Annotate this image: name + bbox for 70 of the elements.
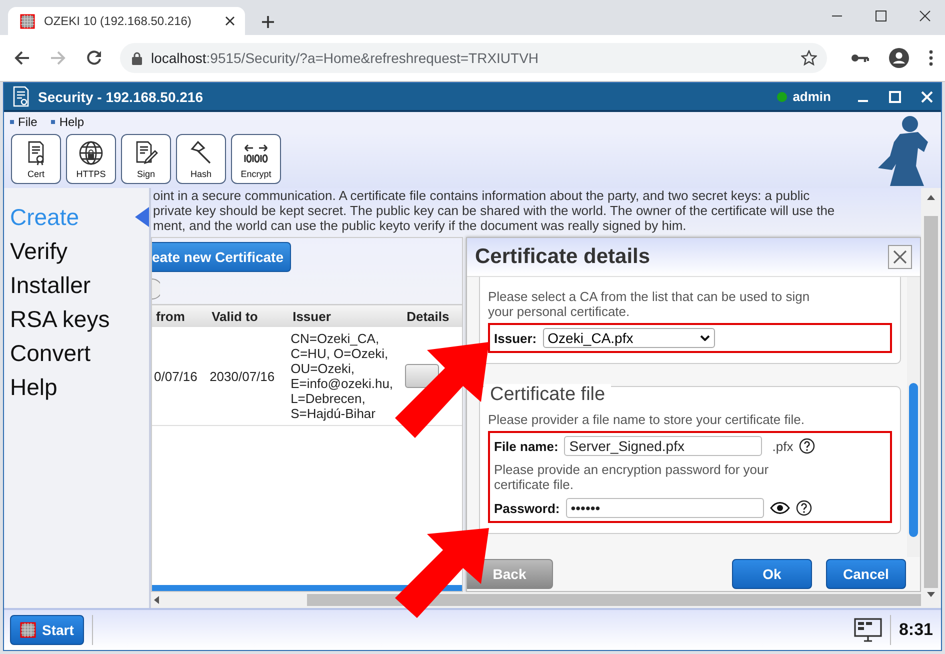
sidebar-item[interactable]: RSA keys	[6, 302, 149, 336]
menu-item[interactable]: File	[10, 115, 38, 129]
column-header: from	[152, 304, 208, 327]
scroll-up-icon[interactable]	[926, 194, 936, 200]
file-name-field[interactable]: Server_Signed.pfx	[564, 436, 762, 456]
browser-tab[interactable]: OZEKI 10 (192.168.50.216)	[8, 7, 245, 35]
description-line: oint in a secure communication. A certificate file contains information about the party, and two secret keys: a public	[153, 188, 811, 203]
table-cell: 0/07/16	[152, 327, 208, 426]
maximize-icon[interactable]	[875, 10, 887, 22]
toolbar-button[interactable]: Hash	[176, 134, 226, 184]
toolbar-button[interactable]: HTTPS	[66, 134, 116, 184]
selection-triangle-icon	[135, 207, 149, 227]
toolbar-button[interactable]: Cert	[11, 134, 61, 184]
scroll-down-icon[interactable]	[926, 592, 936, 598]
help-icon[interactable]	[799, 438, 816, 454]
start-button[interactable]: Start	[10, 615, 84, 645]
eye-icon[interactable]	[770, 502, 790, 514]
hint-text: Please provider a file name to store your certificate file.	[488, 412, 806, 427]
window-title: Security - 192.168.50.216	[38, 88, 204, 104]
sidebar-item[interactable]: Convert	[6, 336, 149, 370]
more-menu-icon[interactable]	[929, 50, 933, 66]
table-cell: CN=Ozeki_CA, C=HU, O=Ozeki, OU=Ozeki, E=info@ozeki.hu, L=Debrecen, S=Hajdú-Bihar	[288, 327, 403, 426]
close-button[interactable]	[888, 245, 912, 269]
field-label: File name:	[494, 438, 558, 454]
cancel-button[interactable]: Cancel	[826, 559, 906, 589]
status-dot	[776, 92, 787, 102]
column-header: Valid to	[208, 304, 289, 327]
close-icon[interactable]	[919, 10, 931, 22]
sidebar-item[interactable]: Installer	[6, 268, 149, 302]
description-line: ment, and the world can use the public keyto verify if the document was really signed by him.	[153, 218, 688, 233]
table-cell: 2030/07/16	[208, 327, 289, 426]
round-button-edge-icon[interactable]	[152, 278, 160, 300]
user-name: admin	[792, 89, 831, 104]
reload-icon[interactable]	[86, 50, 102, 66]
password-field[interactable]: ••••••	[566, 498, 764, 518]
ok-button[interactable]: Ok	[732, 559, 812, 589]
monitor-icon[interactable]	[854, 618, 882, 642]
hint-text: Please select a CA from the list that can be used to sign your personal certificate.	[488, 289, 811, 319]
toolbar-button[interactable]: Encrypt	[231, 134, 281, 184]
details-button[interactable]	[404, 364, 439, 388]
toolbar-button[interactable]: Sign	[121, 134, 171, 184]
account-icon[interactable]	[889, 48, 909, 68]
dialog-title: Certificate details	[475, 245, 650, 269]
clock-time: 8:31	[898, 620, 933, 640]
column-header: Details	[402, 304, 462, 327]
column-header: Issuer	[288, 304, 403, 327]
certificate-icon	[12, 86, 30, 108]
help-icon[interactable]	[796, 500, 812, 516]
favicon-icon	[20, 14, 35, 28]
star-icon[interactable]	[801, 50, 817, 66]
sidebar-item[interactable]: Help	[6, 370, 149, 404]
back-arrow-icon[interactable]	[14, 50, 30, 66]
field-label: Password:	[494, 500, 560, 516]
field-label: Issuer:	[494, 330, 537, 346]
key-icon[interactable]	[851, 52, 869, 64]
chevron-icon	[700, 335, 710, 341]
plus-icon[interactable]	[261, 15, 275, 29]
close-icon[interactable]	[225, 16, 235, 26]
hint-text: Please provide an encryption password for your certificate file.	[494, 462, 770, 492]
extension-text: .pfx	[772, 438, 794, 454]
globe-lock-icon	[78, 140, 104, 166]
start-icon	[20, 622, 36, 638]
close-icon	[892, 249, 908, 265]
lock-icon	[132, 52, 142, 64]
issuer-select[interactable]: Ozeki_CA.pfx	[542, 328, 715, 348]
sidebar-item[interactable]: Verify	[6, 234, 149, 268]
menu-item[interactable]: Help	[51, 115, 84, 129]
description-line: private key should be kept secret. The public key can be shared with the world. The owner of the certificate will use the	[153, 203, 836, 218]
address-bar[interactable]: localhost:9515/Security/?a=Home&refreshrequest=TRXIUTVH	[120, 43, 827, 73]
create-certificate-button[interactable]: eate new Certificate	[152, 242, 290, 272]
